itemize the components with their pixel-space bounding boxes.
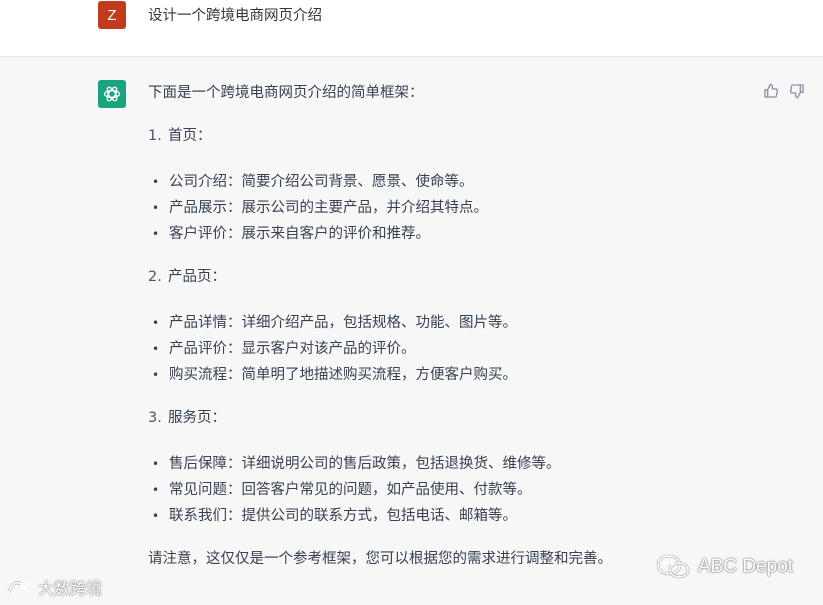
list-item: • 联系我们：提供公司的联系方式，包括电话、邮箱等。 — [152, 505, 517, 527]
list-item-text: 购买流程：简单明了地描述购买流程，方便客户购买。 — [169, 367, 517, 383]
bullet-icon: • — [152, 201, 160, 215]
section-number: 2. — [148, 269, 162, 285]
watermark-logo-icon — [7, 581, 29, 593]
bullet-icon: • — [152, 342, 160, 356]
assistant-response: 下面是一个跨境电商网页介绍的简单框架： 1. 首页： • 公司介绍：简要介绍公司背景… — [148, 82, 788, 567]
list-item-text: 售后保障：详细说明公司的售后政策，包括退换货、维修等。 — [169, 456, 561, 472]
watermark-right: ABC Depot — [656, 554, 793, 580]
list-item: • 客户评价：展示来自客户的评价和推荐。 — [152, 223, 430, 245]
list-item: • 产品详情：详细介绍产品，包括规格、功能、图片等。 — [152, 312, 517, 334]
watermark-left: 大数跨境 — [6, 575, 102, 599]
list-item: • 售后保障：详细说明公司的售后政策，包括退换货、维修等。 — [152, 453, 561, 475]
section-title: 服务页： — [168, 410, 226, 426]
list-item-text: 产品展示：展示公司的主要产品，并介绍其特点。 — [169, 200, 488, 216]
list-item-text: 常见问题：回答客户常见的问题，如产品使用、付款等。 — [169, 482, 532, 498]
section-heading: 1. 首页： — [148, 125, 212, 147]
response-intro: 下面是一个跨境电商网页介绍的简单框架： — [148, 85, 424, 101]
user-message-row: Z 设计一个跨境电商网页介绍 — [0, 0, 823, 57]
wechat-icon — [656, 554, 690, 579]
list-item-text: 产品详情：详细介绍产品，包括规格、功能、图片等。 — [169, 315, 517, 331]
section-number: 1. — [148, 128, 162, 144]
section-title: 首页： — [168, 128, 212, 144]
section-number: 3. — [148, 410, 162, 426]
user-avatar: Z — [98, 1, 126, 29]
watermark-left-text: 大数跨境 — [38, 579, 103, 598]
user-prompt-text: 设计一个跨境电商网页介绍 — [148, 8, 322, 24]
list-item: • 常见问题：回答客户常见的问题，如产品使用、付款等。 — [152, 479, 532, 501]
bullet-icon: • — [152, 483, 160, 497]
list-item: • 产品评价：显示客户对该产品的评价。 — [152, 338, 416, 360]
list-item: • 公司介绍：简要介绍公司背景、愿景、使命等。 — [152, 171, 474, 193]
list-item: • 购买流程：简单明了地描述购买流程，方便客户购买。 — [152, 364, 517, 386]
openai-logo-icon — [98, 80, 126, 108]
list-item-text: 公司介绍：简要介绍公司背景、愿景、使命等。 — [169, 174, 474, 190]
list-item-text: 产品评价：显示客户对该产品的评价。 — [169, 341, 416, 357]
section-heading: 3. 服务页： — [148, 407, 226, 429]
bullet-icon: • — [152, 175, 160, 189]
bullet-icon: • — [152, 368, 160, 382]
list-item: • 产品展示：展示公司的主要产品，并介绍其特点。 — [152, 197, 488, 219]
section-title: 产品页： — [168, 269, 226, 285]
list-item-text: 联系我们：提供公司的联系方式，包括电话、邮箱等。 — [169, 508, 517, 524]
section-heading: 2. 产品页： — [148, 266, 226, 288]
bullet-icon: • — [152, 316, 160, 330]
bullet-icon: • — [152, 509, 160, 523]
list-item-text: 客户评价：展示来自客户的评价和推荐。 — [169, 226, 430, 242]
response-closing: 请注意，这仅仅是一个参考框架，您可以根据您的需求进行调整和完善。 — [148, 551, 612, 567]
bullet-icon: • — [152, 227, 160, 241]
thumbs-down-icon[interactable] — [789, 83, 805, 99]
watermark-right-text: ABC Depot — [698, 556, 794, 577]
bullet-icon: • — [152, 457, 160, 471]
assistant-message-row: 下面是一个跨境电商网页介绍的简单框架： 1. 首页： • 公司介绍：简要介绍公司背景… — [0, 57, 823, 605]
